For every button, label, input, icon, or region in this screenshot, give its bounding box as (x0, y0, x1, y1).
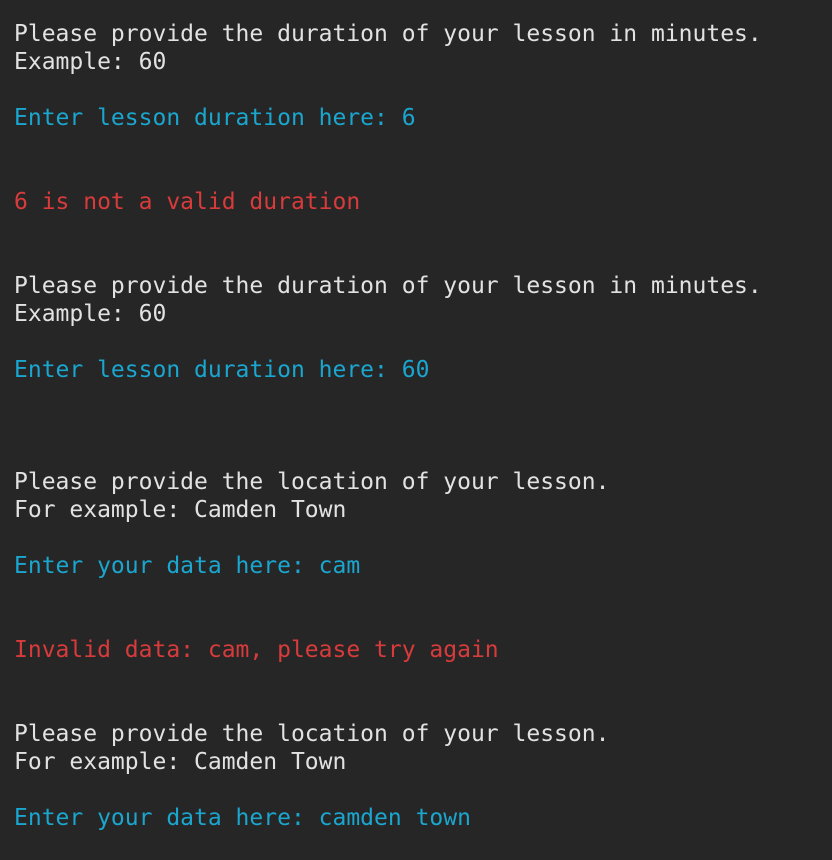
duration-prompt-line: Please provide the duration of your less… (14, 21, 762, 47)
location-example-line: For example: Camden Town (14, 749, 347, 775)
location-input-line: Enter your data here: cam (14, 553, 361, 579)
duration-input-line: Enter lesson duration here: 60 (14, 357, 430, 383)
location-error-line: Invalid data: cam, please try again (14, 637, 499, 663)
duration-error-line: 6 is not a valid duration (14, 189, 361, 215)
location-prompt-line: Please provide the location of your less… (14, 469, 610, 495)
location-input-line: Enter your data here: camden town (14, 805, 471, 831)
terminal-output: Please provide the duration of your less… (0, 0, 832, 860)
duration-example-line: Example: 60 (14, 49, 167, 75)
location-example-line: For example: Camden Town (14, 497, 347, 523)
location-prompt-line: Please provide the location of your less… (14, 721, 610, 747)
duration-example-line: Example: 60 (14, 301, 167, 327)
duration-prompt-line: Please provide the duration of your less… (14, 273, 762, 299)
duration-input-line: Enter lesson duration here: 6 (14, 105, 416, 131)
